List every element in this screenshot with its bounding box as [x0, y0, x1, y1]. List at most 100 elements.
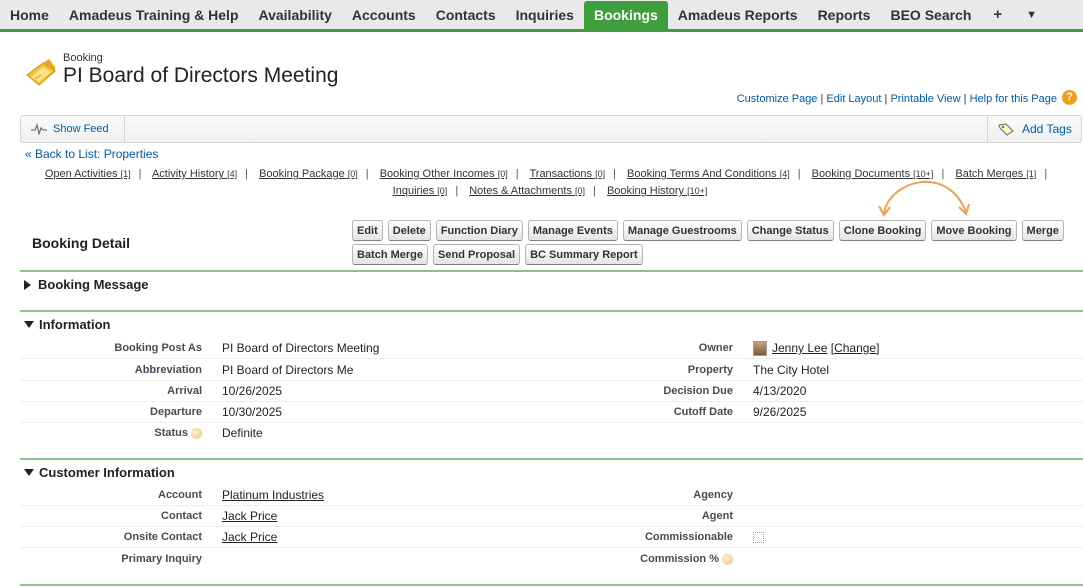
merge-button[interactable]: Merge: [1021, 220, 1064, 241]
section-divider: [20, 270, 1083, 272]
section-title: Booking Message: [38, 277, 149, 292]
section-divider: [20, 310, 1083, 312]
collapse-triangle-icon: [24, 469, 34, 476]
send-proposal-button[interactable]: Send Proposal: [433, 244, 521, 265]
expand-triangle-icon: [24, 279, 31, 290]
field-value: 4/13/2020: [753, 384, 807, 398]
chevron-down-icon[interactable]: ▼: [1014, 0, 1049, 29]
section-title: Customer Information: [39, 465, 175, 480]
related-open-activities[interactable]: Open Activities [1]: [45, 168, 131, 180]
tab-reports[interactable]: Reports: [808, 0, 881, 29]
owner-link[interactable]: Jenny Lee: [772, 341, 827, 355]
manage-events-button[interactable]: Manage Events: [527, 220, 618, 241]
field-label: Agency: [693, 489, 733, 501]
contact-link[interactable]: Jack Price: [222, 509, 277, 523]
tab-bookings[interactable]: Bookings: [583, 1, 668, 29]
record-type-label: Booking: [63, 52, 103, 64]
info-row: Booking Post As PI Board of Directors Me…: [20, 338, 1083, 359]
booking-icon: [26, 59, 56, 86]
related-booking-other-incomes[interactable]: Booking Other Incomes [0]: [380, 168, 508, 180]
field-value: PI Board of Directors Me: [222, 363, 354, 377]
info-row: Arrival 10/26/2025 Decision Due 4/13/202…: [20, 381, 1083, 402]
field-label: Owner: [698, 342, 733, 354]
tab-availability[interactable]: Availability: [249, 0, 342, 29]
batch-merge-button[interactable]: Batch Merge: [352, 244, 429, 265]
field-value: Jack Price: [222, 530, 277, 544]
tab-contacts[interactable]: Contacts: [426, 0, 506, 29]
field-label: Decision Due: [663, 385, 733, 397]
customer-row: Onsite Contact Jack Price Commissionable: [20, 527, 1083, 548]
show-feed-button[interactable]: Show Feed: [21, 116, 125, 142]
field-label: Arrival: [167, 385, 202, 397]
info-icon[interactable]: [191, 427, 202, 439]
tab-inquiries[interactable]: Inquiries: [506, 0, 584, 29]
collapse-triangle-icon: [24, 321, 34, 328]
field-label: Agent: [701, 510, 733, 522]
field-label: Property: [687, 364, 733, 376]
field-label: Onsite Contact: [123, 531, 202, 543]
header-links: Customize Page | Edit Layout | Printable…: [736, 93, 1057, 105]
field-label: Status: [20, 427, 202, 439]
tag-icon: [998, 123, 1014, 136]
field-label: Account: [158, 489, 202, 501]
add-tags-button[interactable]: Add Tags: [987, 116, 1081, 142]
field-label: Booking Post As: [114, 342, 202, 354]
page-title: PI Board of Directors Meeting: [63, 64, 339, 87]
change-status-button[interactable]: Change Status: [746, 220, 834, 241]
section-divider: [20, 458, 1083, 460]
field-label: Departure: [150, 406, 202, 418]
onsite-contact-link[interactable]: Jack Price: [222, 530, 277, 544]
section-information[interactable]: Information: [24, 317, 111, 332]
avatar: [753, 341, 767, 357]
field-label: Cutoff Date: [673, 406, 733, 418]
tab-amadeus-training[interactable]: Amadeus Training & Help: [59, 0, 249, 29]
printable-view-link[interactable]: Printable View: [890, 93, 960, 105]
booking-detail-title: Booking Detail: [32, 235, 131, 251]
customer-row: Contact Jack Price Agent: [20, 506, 1083, 527]
tab-home[interactable]: Home: [0, 0, 59, 29]
function-diary-button[interactable]: Function Diary: [435, 220, 523, 241]
related-transactions[interactable]: Transactions [0]: [529, 168, 605, 180]
owner-value: Jenny Lee [Change]: [753, 341, 880, 357]
help-icon[interactable]: ?: [1062, 90, 1077, 105]
annotation-arrows-icon: [878, 180, 970, 217]
delete-button[interactable]: Delete: [387, 220, 431, 241]
tab-beo-search[interactable]: BEO Search: [880, 0, 981, 29]
related-booking-package[interactable]: Booking Package [0]: [259, 168, 358, 180]
manage-guestrooms-button[interactable]: Manage Guestrooms: [622, 220, 742, 241]
related-inquiries[interactable]: Inquiries [0]: [393, 185, 448, 197]
clone-booking-button[interactable]: Clone Booking: [838, 220, 927, 241]
edit-button[interactable]: Edit: [352, 220, 383, 241]
related-booking-terms[interactable]: Booking Terms And Conditions [4]: [627, 168, 790, 180]
related-booking-history[interactable]: Booking History [10+]: [607, 185, 707, 197]
section-customer-information[interactable]: Customer Information: [24, 465, 175, 480]
help-page-link[interactable]: Help for this Page: [970, 93, 1057, 105]
customer-row: Primary Inquiry Commission %: [20, 549, 1083, 570]
related-activity-history[interactable]: Activity History [4]: [152, 168, 237, 180]
bc-summary-report-button[interactable]: BC Summary Report: [525, 244, 643, 265]
tab-accounts[interactable]: Accounts: [342, 0, 426, 29]
related-notes-attachments[interactable]: Notes & Attachments [0]: [469, 185, 585, 197]
edit-layout-link[interactable]: Edit Layout: [826, 93, 881, 105]
account-link[interactable]: Platinum Industries: [222, 488, 324, 502]
field-value: PI Board of Directors Meeting: [222, 341, 380, 355]
info-row: Departure 10/30/2025 Cutoff Date 9/26/20…: [20, 402, 1083, 423]
field-label: Contact: [161, 510, 202, 522]
move-booking-button[interactable]: Move Booking: [931, 220, 1017, 241]
info-row: Abbreviation PI Board of Directors Me Pr…: [20, 360, 1083, 381]
plus-icon[interactable]: +: [981, 0, 1014, 29]
section-booking-message[interactable]: Booking Message: [24, 277, 149, 292]
field-label: Commission %: [560, 553, 733, 565]
checkbox-icon: [753, 532, 764, 544]
info-icon[interactable]: [722, 553, 733, 565]
tab-amadeus-reports[interactable]: Amadeus Reports: [668, 0, 808, 29]
feed-bar: Show Feed Add Tags: [20, 115, 1082, 143]
back-to-list-link[interactable]: « Back to List: Properties: [25, 147, 158, 161]
add-tags-label: Add Tags: [1022, 122, 1072, 136]
feed-pulse-icon: [31, 123, 47, 135]
commissionable-checkbox: [733, 530, 764, 544]
top-nav: Home Amadeus Training & Help Availabilit…: [0, 0, 1083, 32]
show-feed-label: Show Feed: [53, 123, 109, 135]
change-owner-link[interactable]: [Change]: [831, 341, 880, 355]
customize-page-link[interactable]: Customize Page: [737, 93, 818, 105]
